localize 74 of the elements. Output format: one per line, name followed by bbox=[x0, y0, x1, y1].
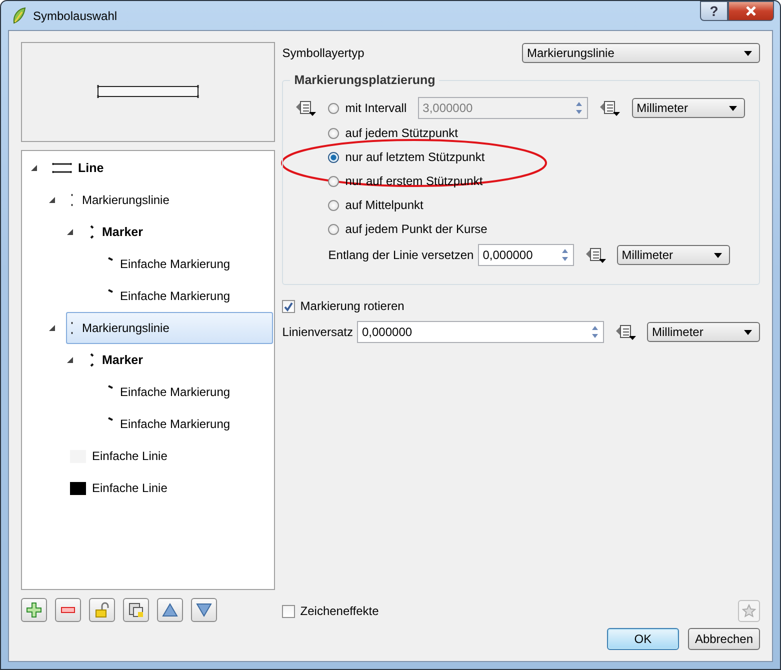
tree-item[interactable]: Einfache Markierung bbox=[102, 280, 274, 312]
tick-marks-icon bbox=[88, 225, 96, 239]
app-icon bbox=[11, 6, 27, 24]
expand-arrow-icon[interactable] bbox=[66, 356, 74, 364]
effects-checkbox[interactable]: Zeicheneffekte bbox=[282, 604, 379, 618]
field-label: Linienversatz bbox=[282, 325, 353, 339]
unit-dropdown[interactable]: Millimeter bbox=[647, 322, 760, 342]
data-defined-icon[interactable] bbox=[584, 246, 607, 264]
tick-mark-icon bbox=[108, 385, 112, 389]
tree-item[interactable]: Line bbox=[48, 152, 274, 184]
tree-item[interactable]: Einfache Markierung bbox=[102, 248, 274, 280]
checkbox-indicator[interactable] bbox=[282, 300, 296, 312]
expand-arrow-icon[interactable] bbox=[48, 196, 56, 204]
line-offset-field[interactable]: 0,000000 bbox=[357, 321, 604, 343]
caret-icon bbox=[728, 106, 737, 110]
radio-indicator[interactable] bbox=[328, 176, 340, 186]
help-button[interactable]: ? bbox=[700, 1, 728, 21]
padlock-icon bbox=[94, 602, 110, 618]
copy-icon bbox=[128, 602, 144, 618]
radio-indicator[interactable] bbox=[328, 152, 340, 162]
duplicate-button[interactable] bbox=[123, 598, 149, 622]
tree-item[interactable]: Einfache Linie bbox=[66, 472, 274, 504]
expand-arrow-icon[interactable] bbox=[48, 324, 56, 332]
tick-mark-icon bbox=[108, 257, 112, 261]
down-triangle-icon bbox=[196, 603, 212, 617]
radio-indicator[interactable] bbox=[328, 224, 340, 234]
remove-layer-button[interactable] bbox=[55, 598, 81, 622]
data-defined-icon[interactable] bbox=[598, 99, 621, 117]
radio-option[interactable]: mit Intervall bbox=[328, 101, 407, 115]
radio-option[interactable]: nur auf letztem Stützpunkt bbox=[328, 150, 485, 164]
data-defined-icon[interactable] bbox=[295, 99, 318, 117]
expand-arrow-icon[interactable] bbox=[66, 228, 74, 236]
lock-button[interactable] bbox=[89, 598, 115, 622]
dialog-button[interactable]: Abbrechen bbox=[688, 628, 760, 650]
caret-icon bbox=[714, 252, 722, 258]
radio-indicator[interactable] bbox=[328, 200, 340, 210]
group-title: Markierungsplatzierung bbox=[290, 73, 440, 87]
close-button[interactable] bbox=[728, 1, 774, 21]
double-line-icon bbox=[52, 162, 72, 174]
caret-icon bbox=[744, 50, 752, 56]
field-label: Entlang der Linie versetzen bbox=[328, 248, 474, 262]
add-layer-button[interactable] bbox=[21, 598, 47, 622]
radio-indicator[interactable] bbox=[328, 102, 340, 114]
data-defined-icon[interactable] bbox=[615, 323, 637, 341]
unit-dropdown[interactable]: Millimeter bbox=[616, 245, 730, 265]
radio-option[interactable]: auf Mittelpunkt bbox=[328, 198, 424, 212]
tree-item[interactable]: Einfache Markierung bbox=[102, 408, 274, 440]
tree-item[interactable]: Markierungslinie bbox=[66, 312, 274, 344]
tick-mark-icon bbox=[108, 289, 112, 293]
tree-item[interactable]: Markierungslinie bbox=[66, 184, 274, 216]
up-triangle-icon bbox=[162, 603, 178, 617]
offset-field[interactable]: 0,000000 bbox=[478, 244, 574, 266]
move-down-button[interactable] bbox=[191, 598, 217, 622]
move-up-button[interactable] bbox=[157, 598, 183, 622]
field-label: Symbollayertyp bbox=[282, 46, 364, 60]
caret-icon bbox=[744, 330, 752, 334]
symbol-layer-type-dropdown[interactable]: Markierungslinie bbox=[522, 43, 760, 63]
tree-item[interactable]: Einfache Linie bbox=[66, 440, 274, 472]
radio-option[interactable]: auf jedem Stützpunkt bbox=[328, 126, 458, 140]
rotate-checkbox[interactable]: Markierung rotieren bbox=[282, 299, 760, 313]
tree-item[interactable]: Einfache Markierung bbox=[102, 376, 274, 408]
window-title: Symbolauswahl bbox=[33, 8, 118, 22]
tree-item[interactable]: Marker bbox=[84, 216, 274, 248]
star-icon bbox=[742, 604, 756, 618]
tick-mark-icon bbox=[108, 417, 112, 421]
radio-option[interactable]: auf jedem Punkt der Kurse bbox=[328, 222, 488, 236]
close-icon bbox=[745, 6, 757, 16]
checkbox-indicator[interactable] bbox=[282, 604, 296, 618]
tree-item[interactable]: Marker bbox=[84, 344, 274, 376]
radio-indicator[interactable] bbox=[328, 128, 340, 138]
tick-marks-icon bbox=[88, 353, 96, 367]
dialog-button[interactable]: OK bbox=[606, 628, 679, 650]
plus-icon bbox=[26, 602, 42, 618]
expand-arrow-icon[interactable] bbox=[30, 164, 38, 172]
